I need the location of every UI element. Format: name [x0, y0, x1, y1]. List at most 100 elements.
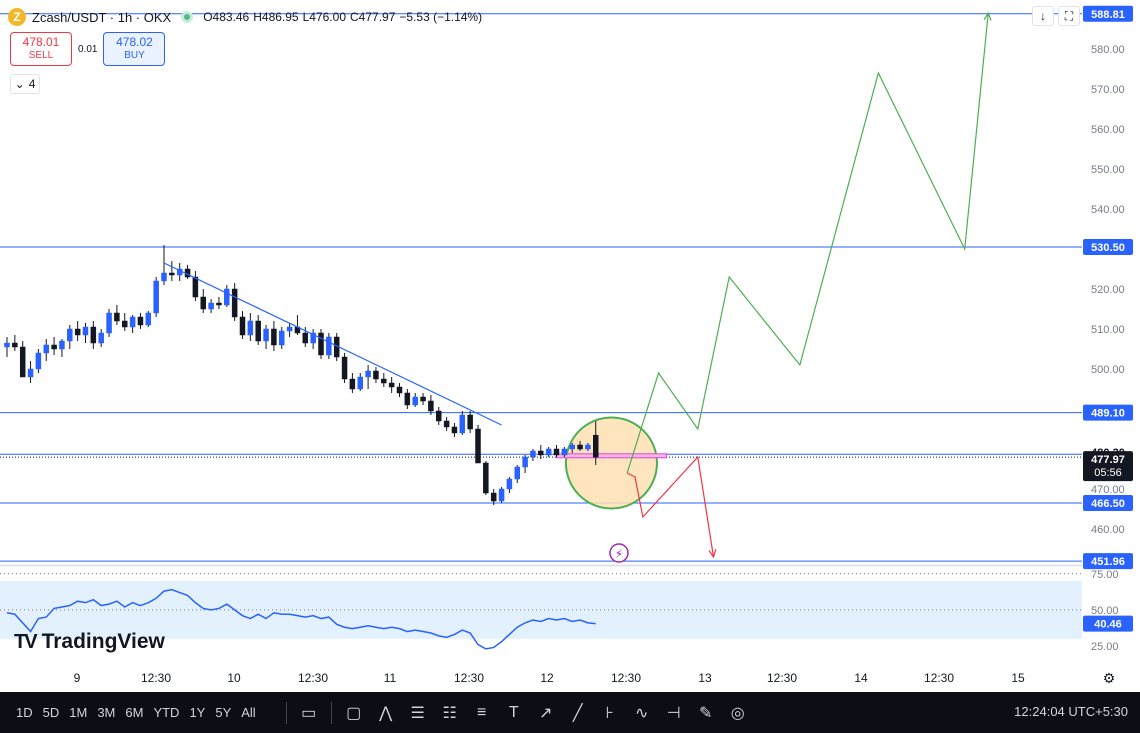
range-1y[interactable]: 1Y — [189, 705, 205, 720]
candle — [43, 339, 49, 361]
brush-tool-icon[interactable]: ✎ — [690, 697, 722, 729]
highlight-circle — [564, 416, 658, 510]
candle-body-down — [467, 414, 473, 430]
rsi-tick-label: 75.00 — [1091, 569, 1119, 581]
chevron-down-icon: ⌄ — [14, 77, 25, 91]
pattern-tool-icon[interactable]: ∿ — [626, 697, 658, 729]
candle-body-up — [247, 320, 254, 336]
price-tick-label: 520.00 — [1091, 284, 1125, 296]
calendar-range-icon[interactable]: ▭ — [293, 697, 325, 729]
candle-body-up — [106, 312, 112, 334]
candle-body-up — [561, 448, 568, 456]
candle-body-up — [263, 328, 269, 342]
chart-top-controls: ↓ ⛶ — [1032, 6, 1080, 26]
date-range-selector: 1D 5D 1M 3M 6M YTD 1Y 5Y All — [0, 705, 256, 720]
path-tool-icon[interactable]: ⋀ — [370, 697, 402, 729]
candle-body-up — [59, 340, 65, 350]
time-tick-label: 12:30 — [611, 671, 641, 685]
badge-451: 451.96 — [1083, 553, 1133, 570]
candle — [436, 407, 442, 425]
range-5y[interactable]: 5Y — [215, 705, 231, 720]
range-1m[interactable]: 1M — [69, 705, 87, 720]
candle-body-down — [475, 428, 481, 464]
horizontal-ray-icon[interactable]: ⊣ — [658, 697, 690, 729]
candle-body-down — [318, 332, 324, 356]
candle-body-down — [388, 382, 395, 388]
candle-body-up — [459, 414, 466, 434]
price-tick-label: 540.00 — [1091, 204, 1125, 216]
close-value: C477.97 — [350, 10, 396, 24]
candle-body-down — [443, 420, 450, 428]
candle-body-down — [428, 400, 434, 412]
parallel-lines-icon[interactable]: ≡ — [466, 697, 498, 729]
text-tool-icon[interactable]: T — [498, 697, 530, 729]
candle-body-down — [74, 328, 81, 336]
time-tick-label: 12:30 — [298, 671, 328, 685]
candle — [459, 411, 466, 435]
expand-icon[interactable]: ⛶ — [1058, 6, 1080, 26]
measure-tool-icon[interactable]: ◎ — [722, 697, 754, 729]
arrow-down-icon[interactable]: ↓ — [1032, 6, 1054, 26]
trendline-tool-icon[interactable]: ╱ — [562, 697, 594, 729]
badge-489-text: 489.10 — [1091, 408, 1125, 420]
candle — [51, 337, 57, 355]
candle — [224, 285, 230, 307]
candle-body-up — [522, 456, 528, 468]
time-tick-label: 14 — [854, 671, 868, 685]
range-5d[interactable]: 5D — [43, 705, 60, 720]
time-tick-label: 12:30 — [141, 671, 171, 685]
settings-gear-icon[interactable]: ⚙ — [1103, 670, 1116, 686]
badge-489: 489.10 — [1083, 404, 1133, 421]
price-tick-label: 570.00 — [1091, 84, 1125, 96]
range-1d[interactable]: 1D — [16, 705, 33, 720]
range-all[interactable]: All — [241, 705, 255, 720]
countdown-text: 05:56 — [1094, 467, 1122, 479]
badge-466: 466.50 — [1083, 495, 1133, 511]
candle — [27, 361, 34, 383]
candle-body-down — [396, 386, 403, 394]
candle — [200, 289, 206, 313]
candle — [255, 315, 261, 345]
candle — [553, 445, 560, 457]
candle — [239, 311, 246, 339]
candle-body-down — [553, 448, 560, 456]
clock-timezone[interactable]: 12:24:04 UTC+5:30 — [1014, 704, 1128, 719]
long-position-icon[interactable]: ☰ — [402, 697, 434, 729]
sell-button[interactable]: 478.01 SELL — [10, 32, 72, 66]
arrow-tool-icon[interactable]: ↗ — [530, 697, 562, 729]
candle — [192, 271, 199, 301]
indicators-toggle[interactable]: ⌄ 4 — [10, 74, 40, 94]
candle-body-up — [530, 450, 536, 458]
candle-body-down — [255, 320, 261, 342]
tradingview-logo[interactable]: TV TradingView — [14, 630, 165, 654]
time-tick-label: 10 — [227, 671, 241, 685]
range-3m[interactable]: 3M — [97, 705, 115, 720]
time-tick-label: 15 — [1011, 671, 1025, 685]
candle-body-up — [569, 444, 575, 450]
badge-466-text: 466.50 — [1091, 498, 1125, 510]
price-chart[interactable]: ⚡ 460.00 470.00 500.00 510.00 520.00 540.00 550… — [0, 0, 1140, 692]
candle-body-up — [585, 444, 591, 450]
symbol-title[interactable]: Zcash/USDT · 1h · OKX — [32, 10, 171, 25]
fib-tool-icon[interactable]: ⊦ — [594, 697, 626, 729]
candle — [12, 335, 18, 351]
candle-body-up — [43, 344, 49, 354]
candle — [216, 297, 222, 309]
rectangle-tool-icon[interactable]: ▢ — [338, 697, 370, 729]
time-tick-label: 12:30 — [454, 671, 484, 685]
candle-body-up — [82, 326, 89, 336]
candle-body-down — [404, 392, 411, 406]
market-status-icon[interactable] — [181, 11, 194, 23]
range-ytd[interactable]: YTD — [153, 705, 179, 720]
candle — [310, 329, 316, 349]
range-6m[interactable]: 6M — [125, 705, 143, 720]
candle-body-up — [498, 488, 505, 502]
badge-588: 588.81 — [1083, 5, 1133, 22]
candle-body-up — [286, 326, 293, 332]
short-position-icon[interactable]: ☷ — [434, 697, 466, 729]
candle — [129, 315, 136, 333]
price-tick-label: 560.00 — [1091, 124, 1125, 136]
sell-label: SELL — [28, 50, 54, 61]
buy-button[interactable]: 478.02 BUY — [103, 32, 166, 66]
candle-body-up — [161, 272, 167, 282]
